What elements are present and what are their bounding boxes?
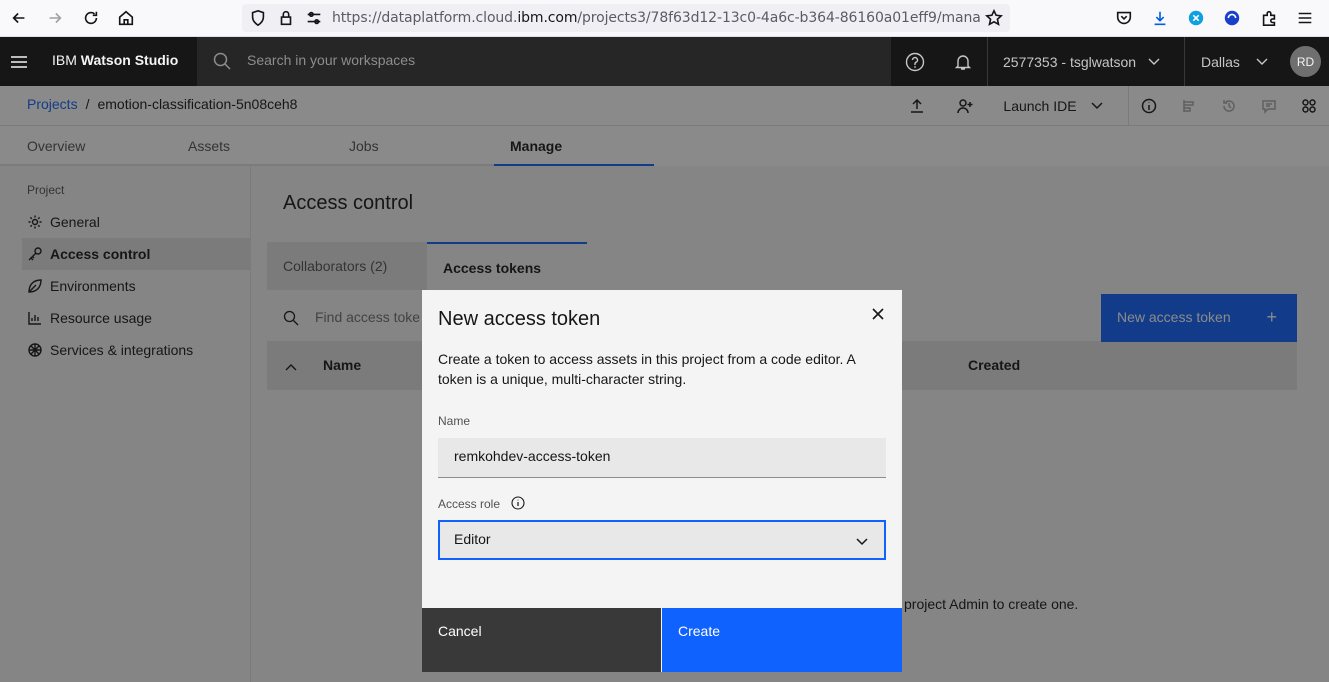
access-role-label-text: Access role [438, 497, 501, 511]
search-icon [213, 52, 231, 73]
region-switcher[interactable]: Dallas [1185, 37, 1281, 86]
notification-bell-icon[interactable] [939, 37, 987, 86]
create-button[interactable]: Create [662, 608, 902, 672]
url-bar[interactable]: https://dataplatform.cloud.ibm.com/proje… [242, 4, 1010, 32]
browser-toolbar: https://dataplatform.cloud.ibm.com/proje… [0, 0, 1329, 37]
reload-icon[interactable] [81, 8, 101, 28]
chevron-down-icon [1148, 58, 1160, 65]
app-brand[interactable]: IBM Watson Studio [52, 52, 178, 68]
modal-description: Create a token to access assets in this … [438, 351, 856, 387]
chevron-down-icon [856, 533, 868, 549]
empty-state-message: project Admin to create one. [904, 596, 1079, 612]
url-text[interactable]: https://dataplatform.cloud.ibm.com/proje… [332, 10, 980, 26]
name-field-label: Name [438, 414, 471, 428]
forward-icon[interactable] [45, 8, 65, 28]
permissions-icon[interactable] [304, 8, 324, 28]
token-name-input[interactable]: remkohdev-access-token [438, 438, 886, 478]
home-icon[interactable] [116, 8, 136, 28]
access-role-label: Access role [438, 496, 525, 511]
download-icon[interactable] [1150, 8, 1170, 28]
cancel-button[interactable]: Cancel [422, 608, 661, 672]
info-icon[interactable] [511, 496, 525, 510]
avatar[interactable]: RD [1290, 46, 1321, 77]
account-label: 2577353 - tsglwatson [1003, 53, 1137, 70]
browser-menu-icon[interactable] [1295, 8, 1315, 28]
account-switcher[interactable]: 2577353 - tsglwatson [988, 37, 1184, 86]
shield-icon [248, 8, 268, 28]
lock-icon [276, 8, 296, 28]
extension-teal-icon[interactable] [1186, 8, 1206, 28]
hamburger-menu-icon[interactable] [0, 37, 37, 86]
workspace-search[interactable]: Search in your workspaces [197, 37, 891, 86]
chevron-down-icon [1256, 58, 1268, 65]
new-access-token-modal: New access token Create a token to acces… [422, 290, 902, 672]
extension-blue-icon[interactable] [1222, 8, 1242, 28]
close-icon[interactable] [866, 302, 890, 326]
access-role-select[interactable]: Editor [438, 520, 886, 560]
search-placeholder[interactable]: Search in your workspaces [247, 52, 415, 68]
access-role-value: Editor [454, 531, 491, 547]
extensions-puzzle-icon[interactable] [1259, 8, 1279, 28]
region-label: Dallas [1201, 53, 1240, 70]
app-header: IBM Watson Studio Search in your workspa… [0, 37, 1329, 86]
back-icon[interactable] [9, 8, 29, 28]
help-icon[interactable] [891, 37, 939, 86]
pocket-icon[interactable] [1114, 8, 1134, 28]
star-icon[interactable] [984, 8, 1004, 28]
modal-title: New access token [438, 308, 601, 330]
